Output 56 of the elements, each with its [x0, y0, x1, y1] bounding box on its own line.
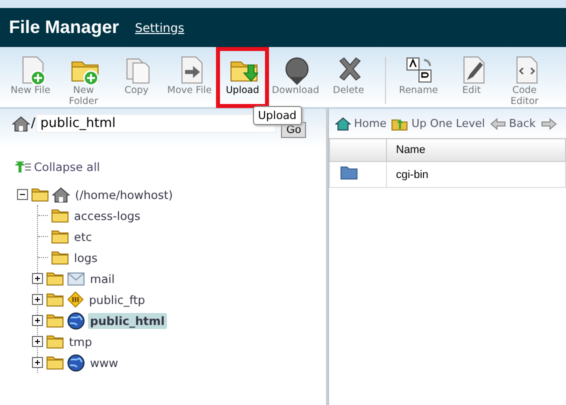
- open-folder-icon: [31, 187, 49, 202]
- collapse-toggle[interactable]: [17, 189, 28, 200]
- path-separator: /: [31, 116, 36, 131]
- folder-icon: [46, 292, 64, 307]
- toolbar-button[interactable]: Download: [269, 47, 322, 107]
- house-icon: [335, 116, 351, 130]
- tree-item[interactable]: tmp: [67, 334, 94, 350]
- toolbar-button[interactable]: Delete: [322, 47, 375, 107]
- tooltip: Upload: [253, 106, 302, 125]
- folder-up-icon: [391, 116, 408, 130]
- right-arrow-icon: [540, 118, 557, 130]
- folder-icon: [46, 271, 64, 286]
- house-icon: [52, 186, 70, 202]
- folder-icon: [340, 166, 358, 180]
- toolbar-button[interactable]: New Folder: [57, 47, 110, 107]
- toolbar-button[interactable]: Copy: [110, 47, 163, 107]
- tree-item[interactable]: access-logs: [72, 208, 142, 224]
- toolbar-button[interactable]: Rename: [392, 47, 445, 107]
- tree-item[interactable]: public_html: [88, 312, 167, 328]
- column-header[interactable]: Name: [386, 138, 566, 162]
- expand-toggle[interactable]: [32, 357, 43, 368]
- expand-toggle[interactable]: [32, 273, 43, 284]
- settings-link[interactable]: Settings: [135, 20, 184, 34]
- expand-toggle[interactable]: [32, 294, 43, 305]
- collapse-icon: [15, 161, 31, 173]
- table-cell: cgi-bin: [386, 162, 566, 188]
- envelope-icon: [67, 272, 85, 286]
- expand-toggle[interactable]: [32, 336, 43, 347]
- toolbar-button[interactable]: Edit: [445, 47, 498, 107]
- folder-icon: [46, 334, 64, 349]
- expand-toggle[interactable]: [32, 315, 43, 326]
- tree-item[interactable]: mail: [88, 270, 117, 286]
- tree-item[interactable]: logs: [72, 250, 100, 266]
- tree-item[interactable]: www: [88, 354, 120, 370]
- left-arrow-icon: [490, 118, 506, 130]
- toolbar-button[interactable]: New File: [4, 47, 57, 107]
- globe-icon: [67, 354, 85, 372]
- folder-icon: [51, 250, 69, 265]
- transfer-icon: [67, 291, 84, 308]
- app-title: File Manager: [9, 17, 120, 38]
- toolbar-button[interactable]: Move File: [163, 47, 216, 107]
- tree-item[interactable]: (/home/howhost): [73, 186, 175, 202]
- globe-icon: [67, 312, 85, 330]
- folder-icon: [51, 229, 69, 244]
- folder-icon: [51, 208, 69, 223]
- toolbar-button[interactable]: Code Editor: [498, 47, 551, 107]
- rename-icon: [404, 55, 434, 85]
- tree-item[interactable]: public_ftp: [87, 292, 148, 308]
- house-icon: [12, 116, 30, 132]
- nav-link[interactable]: Back: [508, 117, 536, 130]
- folder-icon: [46, 355, 64, 370]
- tree-item[interactable]: etc: [72, 228, 94, 244]
- nav-link[interactable]: Home: [354, 117, 386, 130]
- folder-icon: [46, 313, 64, 328]
- nav-link[interactable]: Up One Level: [411, 117, 485, 130]
- collapse-all-link[interactable]: Collapse all: [34, 160, 100, 174]
